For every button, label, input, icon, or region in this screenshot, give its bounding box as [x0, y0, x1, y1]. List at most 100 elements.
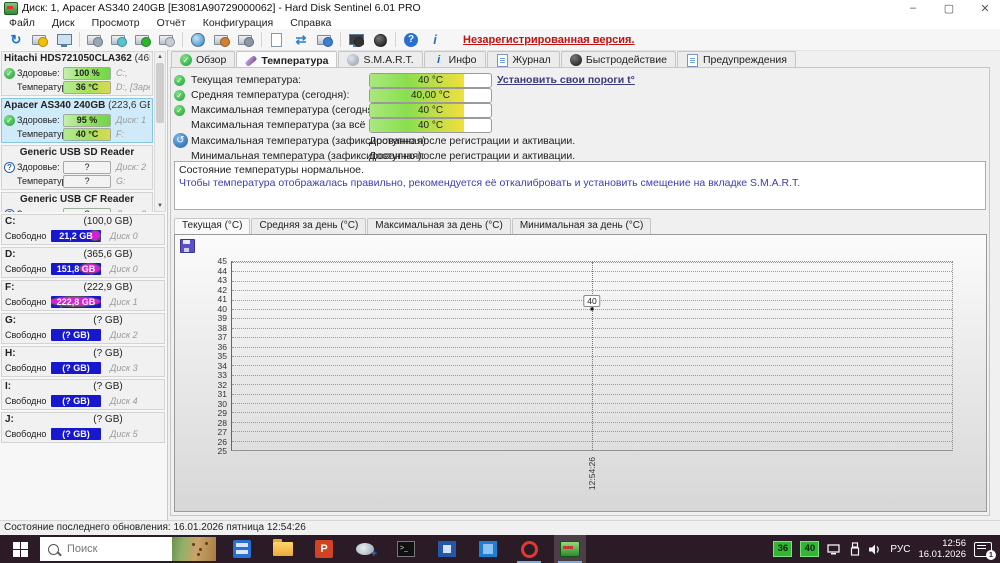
disk-utility-icon[interactable] — [349, 535, 381, 563]
menu-view[interactable]: Просмотр — [92, 17, 140, 29]
language-indicator[interactable]: РУС — [890, 544, 910, 555]
photos-app-icon[interactable] — [472, 535, 504, 563]
info-icon[interactable]: i — [423, 30, 447, 49]
tray-temp-badge-2[interactable]: 40 — [800, 541, 820, 557]
partition-item-j[interactable]: J: (? GB) Свободно (? GB) Диск 5 — [1, 412, 165, 443]
globe-disk-icon[interactable] — [186, 30, 210, 49]
notification-center-icon[interactable]: 1 — [974, 541, 996, 560]
health-right: Диск: 2 — [116, 162, 147, 172]
chart-y-tick: 25 — [217, 446, 227, 456]
health-unknown-icon: ? — [4, 161, 15, 173]
partition-letter: I: — [5, 381, 12, 392]
disk-clock-icon[interactable] — [83, 30, 107, 49]
partition-item-g[interactable]: G: (? GB) Свободно (? GB) Диск 2 — [1, 313, 165, 344]
scroll-down-arrow[interactable]: ▼ — [155, 201, 165, 211]
search-input[interactable] — [65, 542, 149, 556]
help-glyph: ? — [404, 32, 418, 47]
tray-temp-badge-1[interactable]: 36 — [773, 541, 793, 557]
menu-help[interactable]: Справка — [290, 17, 331, 29]
partition-item-c[interactable]: C: (100,0 GB) Свободно 21,2 GB Диск 0 — [1, 214, 165, 245]
sync-icon[interactable]: ⇄ — [289, 30, 313, 49]
free-label: Свободно — [5, 396, 47, 406]
close-button[interactable]: ✕ — [978, 2, 992, 15]
tray-clock[interactable]: 12:56 16.01.2026 — [918, 538, 966, 560]
refresh-icon[interactable]: ↻ — [4, 30, 28, 49]
disk-history-icon[interactable] — [107, 30, 131, 49]
calculator-icon[interactable] — [226, 535, 258, 563]
chart-y-tick: 34 — [217, 360, 227, 371]
disk-print-icon[interactable] — [234, 30, 258, 49]
tab-alerts[interactable]: Предупреждения — [676, 51, 796, 68]
help-icon[interactable]: ? — [399, 30, 423, 49]
tab-smart[interactable]: S.M.A.R.T. — [338, 51, 423, 68]
temperature-page: ✓ Текущая температура: 40 °C ✓ Средняя т… — [170, 67, 990, 516]
temp-bar: 36 °C — [63, 80, 111, 94]
disk-item-usb-cf-reader[interactable]: Generic USB CF Reader ? Здоровье: ? Диск… — [1, 192, 153, 212]
search-highlight-image[interactable] — [172, 537, 216, 561]
tab-info[interactable]: i Инфо — [423, 51, 486, 68]
menu-configuration[interactable]: Конфигурация — [203, 17, 273, 29]
disk-export-icon[interactable] — [210, 30, 234, 49]
disk-print-glyph — [238, 32, 254, 47]
chart-tab-daily-average[interactable]: Средняя за день (°C) — [251, 218, 367, 234]
sidebar: Hitachi HDS721050CLA362 (465,8 GB) Д ✓ З… — [0, 50, 168, 520]
terminal-icon[interactable]: >_ — [390, 535, 422, 563]
menu-file[interactable]: Файл — [9, 17, 35, 29]
partition-item-d[interactable]: D: (365,6 GB) Свободно 151,8 GB Диск 0 — [1, 247, 165, 278]
journal-icon — [496, 53, 508, 67]
disk-size: (465,8 GB) — [134, 53, 150, 64]
hard-disk-sentinel-icon[interactable] — [554, 535, 586, 563]
health-label: Здоровье: — [17, 68, 60, 78]
chart-y-tick: 40 — [217, 303, 227, 314]
network-icon[interactable] — [827, 543, 842, 556]
notification-count-badge: 1 — [986, 549, 996, 560]
file-explorer-icon[interactable] — [267, 535, 299, 563]
unregistered-version-link[interactable]: Незарегистрированная версия. — [463, 34, 635, 46]
free-space-bar: 151,8 GB — [51, 263, 101, 275]
menu-report[interactable]: Отчёт — [157, 17, 186, 29]
taskbar-search[interactable] — [40, 537, 216, 561]
monitor-report-icon[interactable] — [52, 30, 76, 49]
network-disks-icon[interactable] — [313, 30, 337, 49]
disk-list-scrollbar[interactable]: ▲ ▼ — [154, 51, 166, 212]
disk-item-hitachi[interactable]: Hitachi HDS721050CLA362 (465,8 GB) Д ✓ З… — [1, 51, 153, 96]
tab-performance[interactable]: Быстродействие — [560, 51, 676, 68]
disk-search-icon[interactable] — [155, 30, 179, 49]
disk-size: (223,6 GB) — [108, 100, 150, 111]
media-app-icon[interactable] — [431, 535, 463, 563]
volume-icon[interactable] — [868, 543, 882, 556]
opera-icon[interactable] — [513, 535, 545, 563]
menu-disk[interactable]: Диск — [52, 17, 75, 29]
scroll-thumb[interactable] — [156, 63, 164, 123]
scroll-up-arrow[interactable]: ▲ — [155, 52, 165, 62]
tab-log[interactable]: Журнал — [486, 51, 560, 68]
partition-item-i[interactable]: I: (? GB) Свободно (? GB) Диск 4 — [1, 379, 165, 410]
chart-tab-current[interactable]: Текущая (°C) — [174, 218, 251, 234]
chart-tab-daily-min[interactable]: Минимальная за день (°C) — [511, 218, 652, 234]
save-chart-button[interactable] — [180, 239, 195, 253]
minimize-button[interactable]: – — [906, 2, 920, 14]
partition-size: (100,0 GB) — [83, 216, 133, 227]
refresh-glyph: ↻ — [10, 32, 22, 47]
maximize-button[interactable]: ▢ — [942, 2, 956, 15]
start-button[interactable] — [0, 535, 40, 563]
partition-item-f[interactable]: F: (222,9 GB) Свободно 222,8 GB Диск 1 — [1, 280, 165, 311]
alerts-icon — [686, 53, 698, 67]
set-thresholds-link[interactable]: Установить свои пороги t° — [497, 74, 635, 86]
no-monitor-icon[interactable] — [344, 30, 368, 49]
taskbar: P >_ 36 40 РУС 12:56 16.01.2026 1 — [0, 535, 1000, 563]
chart-data-point[interactable] — [590, 307, 594, 311]
disk-export-glyph — [214, 32, 230, 47]
powerpoint-icon[interactable]: P — [308, 535, 340, 563]
gauge-icon[interactable] — [368, 30, 392, 49]
disk-item-usb-sd-reader[interactable]: Generic USB SD Reader ? Здоровье: ? Диск… — [1, 145, 153, 190]
usb-icon[interactable] — [850, 542, 860, 556]
partition-item-h[interactable]: H: (? GB) Свободно (? GB) Диск 3 — [1, 346, 165, 377]
report-page-icon[interactable] — [265, 30, 289, 49]
disk-add-icon[interactable] — [131, 30, 155, 49]
free-space-bar: (? GB) — [51, 428, 101, 440]
disk-warning-icon[interactable] — [28, 30, 52, 49]
tab-overview[interactable]: ✓ Обзор — [171, 51, 236, 68]
disk-item-apacer-selected[interactable]: Apacer AS340 240GB (223,6 GB) ✓ Здоровье… — [1, 98, 153, 143]
chart-tab-daily-max[interactable]: Максимальная за день (°C) — [367, 218, 511, 234]
